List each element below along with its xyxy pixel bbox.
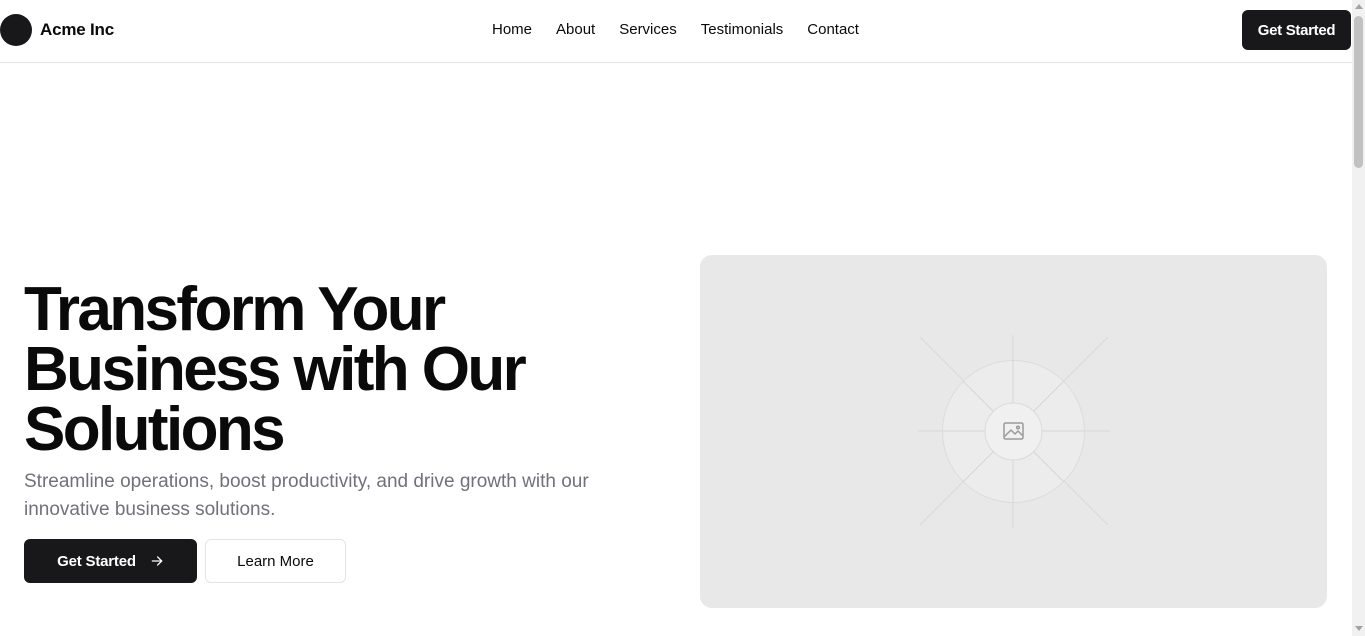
nav-link-services[interactable]: Services	[619, 20, 677, 40]
hero-get-started-button[interactable]: Get Started	[24, 539, 197, 583]
brand-logo-icon	[0, 14, 32, 46]
hero-learn-more-button[interactable]: Learn More	[205, 539, 346, 583]
site-header: Acme Inc Home About Services Testimonial…	[0, 0, 1352, 63]
hero-title-line: Transform Your	[24, 275, 446, 344]
header-get-started-button[interactable]: Get Started	[1242, 10, 1351, 50]
brand-link[interactable]: Acme Inc	[0, 14, 114, 46]
hero-title-line: Solutions	[24, 395, 286, 464]
arrow-right-icon	[151, 556, 163, 566]
hero-get-started-label: Get Started	[57, 552, 136, 570]
hero-image-placeholder	[700, 255, 1327, 608]
brand-name: Acme Inc	[40, 20, 114, 39]
scroll-down-arrow-icon[interactable]	[1355, 626, 1363, 631]
nav-link-about[interactable]: About	[556, 20, 595, 40]
main-nav: Home About Services Testimonials Contact	[492, 20, 859, 40]
scrollbar-thumb[interactable]	[1354, 16, 1363, 168]
scroll-up-arrow-icon[interactable]	[1355, 4, 1363, 9]
nav-link-home[interactable]: Home	[492, 20, 532, 40]
nav-link-testimonials[interactable]: Testimonials	[701, 20, 784, 40]
hero-title-line: Business with Our	[24, 335, 527, 404]
vertical-scrollbar[interactable]	[1352, 0, 1365, 636]
page: Acme Inc Home About Services Testimonial…	[0, 0, 1352, 636]
hero-title: Transform Your Business with Our Solutio…	[24, 279, 624, 461]
image-placeholder-icon	[918, 335, 1110, 528]
hero-subtitle: Streamline operations, boost productivit…	[24, 471, 589, 520]
nav-link-contact[interactable]: Contact	[807, 20, 859, 40]
